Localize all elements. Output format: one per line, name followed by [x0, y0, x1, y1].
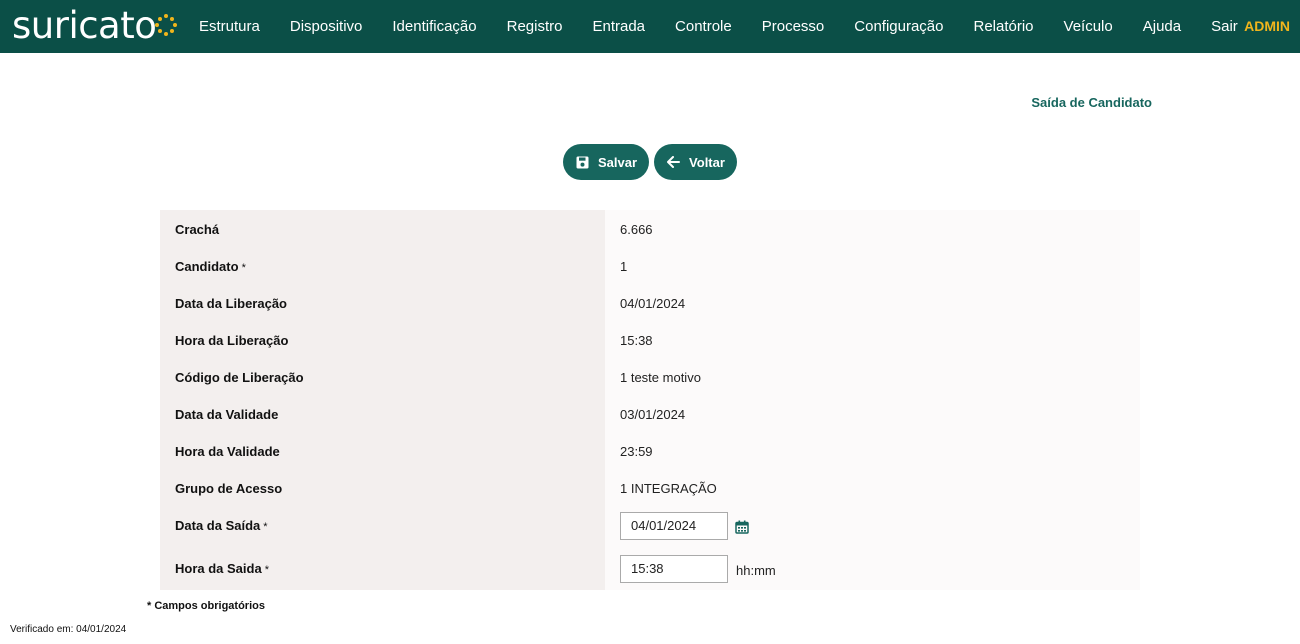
release-code-label: Código de Liberação	[175, 370, 304, 385]
candidate-value: 1	[620, 259, 628, 274]
menu-veiculo[interactable]: Veículo	[1049, 18, 1128, 35]
validity-date-value: 03/01/2024	[620, 407, 686, 422]
badge-label: Crachá	[175, 222, 220, 237]
menu-estrutura[interactable]: Estrutura	[184, 18, 275, 35]
exit-candidate-form: Crachá 6.666 Candidato * 1 Data da Libera…	[160, 210, 1140, 590]
back-button[interactable]: Voltar	[654, 144, 737, 180]
release-date-label: Data da Liberação	[175, 296, 287, 311]
required-marker: *	[241, 262, 246, 274]
menu-controle[interactable]: Controle	[660, 18, 747, 35]
required-fields-note: * Campos obrigatórios	[147, 600, 265, 612]
menu-ajuda[interactable]: Ajuda	[1128, 18, 1196, 35]
floppy-disk-icon	[575, 155, 589, 169]
main-menu: Estrutura Dispositivo Identificação Regi…	[184, 0, 1253, 53]
exit-time-label: Hora da Saida *	[175, 561, 269, 576]
back-button-label: Voltar	[689, 154, 725, 170]
logo-text: suricato	[12, 4, 157, 47]
release-code-value: 1 teste motivo	[620, 370, 701, 385]
page-title: Saída de Candidato	[1031, 95, 1152, 110]
release-date-value: 04/01/2024	[620, 296, 686, 311]
exit-date-input[interactable]: 04/01/2024	[620, 512, 728, 540]
save-button-label: Salvar	[598, 154, 638, 170]
access-group-label: Grupo de Acesso	[175, 481, 283, 496]
exit-time-input[interactable]: 15:38	[620, 555, 728, 583]
logo-dots-icon	[155, 14, 178, 36]
menu-processo[interactable]: Processo	[747, 18, 840, 35]
badge-value: 6.666	[620, 222, 653, 237]
validity-time-label: Hora da Validade	[175, 444, 280, 459]
calendar-icon[interactable]	[735, 520, 749, 534]
menu-relatorio[interactable]: Relatório	[959, 18, 1049, 35]
release-time-label: Hora da Liberação	[175, 333, 289, 348]
arrow-left-icon	[666, 155, 680, 169]
exit-date-label: Data da Saída *	[175, 518, 268, 533]
validity-date-label: Data da Validade	[175, 407, 279, 422]
candidate-label: Candidato *	[175, 259, 246, 274]
menu-dispositivo[interactable]: Dispositivo	[275, 18, 378, 35]
verified-date: Verificado em: 04/01/2024	[10, 624, 127, 635]
menu-registro[interactable]: Registro	[492, 18, 578, 35]
time-format-hint: hh:mm	[736, 563, 776, 578]
access-group-value: 1 INTEGRAÇÃO	[620, 481, 717, 496]
release-time-value: 15:38	[620, 333, 653, 348]
required-marker: *	[264, 564, 269, 576]
form-actions: Salvar Voltar	[563, 144, 737, 180]
validity-time-value: 23:59	[620, 444, 653, 459]
menu-configuracao[interactable]: Configuração	[839, 18, 958, 35]
menu-identificacao[interactable]: Identificação	[377, 18, 491, 35]
save-button[interactable]: Salvar	[563, 144, 650, 180]
suricato-logo[interactable]: suricato	[12, 4, 178, 48]
required-marker: *	[263, 521, 268, 533]
top-navigation-bar: suricato Estrutura Dispositivo Identific…	[0, 0, 1300, 53]
menu-entrada[interactable]: Entrada	[577, 18, 660, 35]
current-user[interactable]: ADMIN	[1244, 0, 1290, 53]
